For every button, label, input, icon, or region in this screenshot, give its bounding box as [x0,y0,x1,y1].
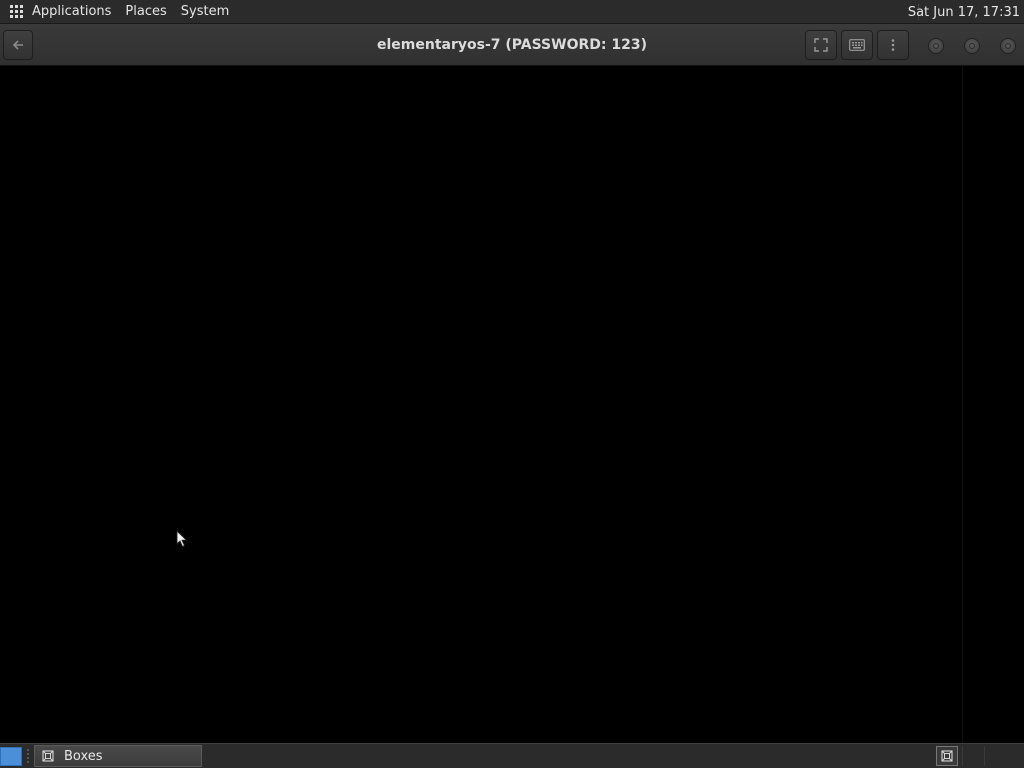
show-desktop-button[interactable] [0,747,22,766]
clock[interactable]: Sat Jun 17, 17:31 [908,0,1020,24]
top-panel: Applications Places System Sat Jun 17, 1… [0,0,1024,24]
maximize-window-icon[interactable] [964,38,980,54]
bottom-taskbar: Boxes [0,743,1024,768]
menu-system[interactable]: System [181,4,229,19]
fullscreen-icon [814,38,828,52]
fullscreen-button[interactable] [805,30,837,60]
applications-grid-icon[interactable] [10,4,24,19]
minimize-window-icon[interactable] [928,38,944,54]
tray-boxes-icon[interactable] [936,746,958,766]
display-edge [962,66,963,743]
close-window-icon[interactable] [1000,38,1016,54]
taskbar-item-boxes[interactable]: Boxes [34,745,202,767]
keyboard-button[interactable] [841,30,873,60]
window-headerbar: elementaryos-7 (PASSWORD: 123) [0,24,1024,66]
keyboard-icon [849,39,865,51]
boxes-icon [42,750,54,762]
tray-separator [984,746,985,766]
taskbar-item-label: Boxes [64,748,103,764]
mouse-pointer-icon [176,530,188,548]
vm-display[interactable] [0,66,1024,743]
boxes-icon [941,750,953,762]
back-button[interactable] [3,30,33,60]
menu-places[interactable]: Places [125,4,166,19]
menu-button[interactable] [877,30,909,60]
kebab-menu-icon [891,39,895,51]
taskbar-grip[interactable] [27,749,31,763]
menu-applications[interactable]: Applications [32,4,111,19]
back-arrow-icon [12,40,23,50]
tray-separator [962,746,963,766]
